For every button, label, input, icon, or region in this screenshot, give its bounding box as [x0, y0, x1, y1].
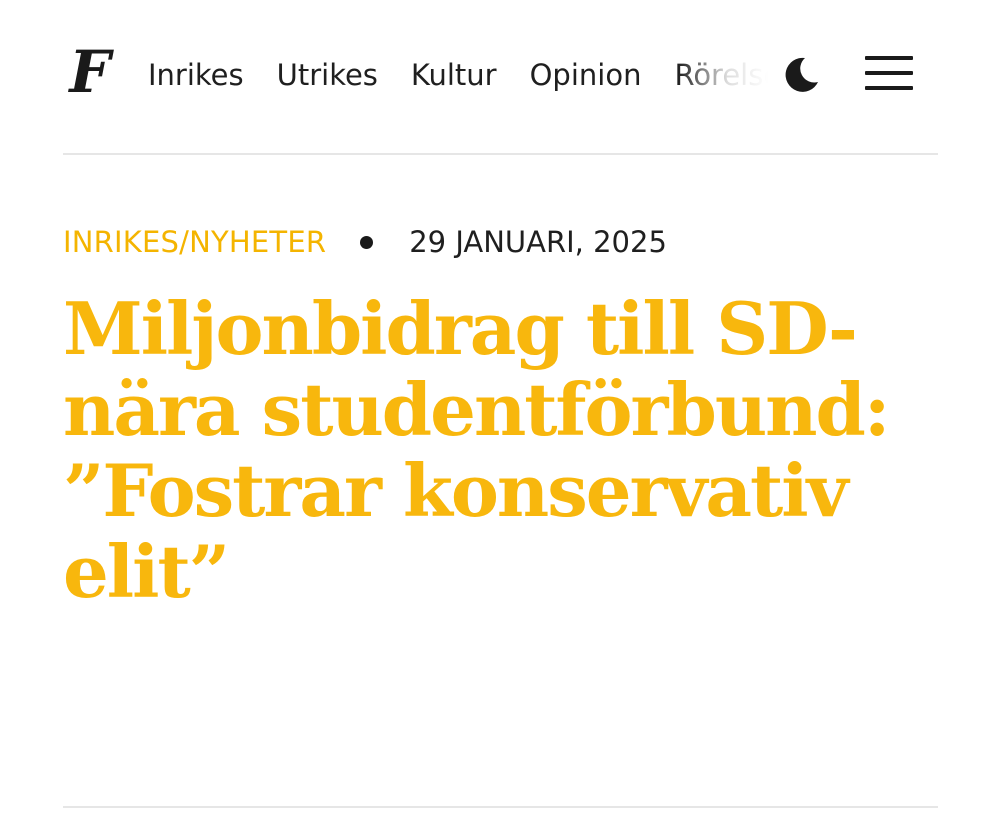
header-divider	[63, 153, 938, 155]
hamburger-menu-icon[interactable]	[865, 56, 915, 92]
site-header: F Inrikes Utrikes Kultur Opinion Rörelse…	[63, 36, 938, 114]
nav-item-inrikes[interactable]: Inrikes	[148, 36, 244, 114]
moon-icon[interactable]	[781, 55, 821, 95]
article-date: 29 JANUARI, 2025	[409, 225, 667, 259]
nav-item-kultur[interactable]: Kultur	[411, 36, 497, 114]
site-logo[interactable]: F	[63, 43, 117, 101]
separator-dot-icon	[360, 235, 374, 249]
nav-item-utrikes[interactable]: Utrikes	[277, 36, 378, 114]
menu-bar-bottom	[865, 86, 913, 90]
nav-item-opinion[interactable]: Opinion	[530, 36, 642, 114]
article-meta: INRIKES/NYHETER 29 JANUARI, 2025	[63, 218, 667, 266]
menu-bar-middle	[865, 71, 913, 75]
menu-bar-top	[865, 56, 913, 60]
main-nav: Inrikes Utrikes Kultur Opinion Rörelsen	[148, 36, 768, 114]
article-headline: Miljonbidrag till SD-nära studentförbund…	[63, 286, 890, 614]
nav-item-rorelsen[interactable]: Rörelsen	[674, 36, 768, 114]
article-category-link[interactable]: INRIKES/NYHETER	[63, 225, 326, 259]
article-divider	[63, 806, 938, 808]
